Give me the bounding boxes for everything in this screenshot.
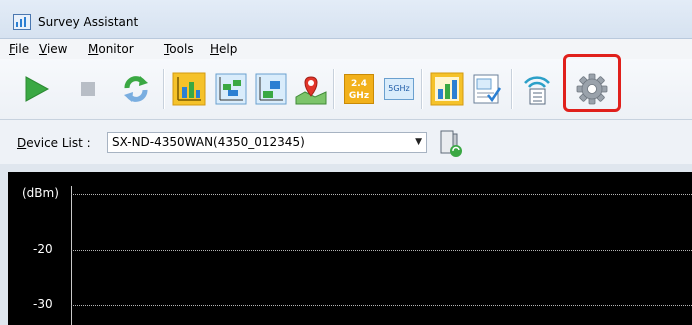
signal-chart: (dBm) -20 -30 (8, 172, 692, 325)
menu-file[interactable]: File (9, 42, 29, 56)
menu-view[interactable]: View (39, 42, 67, 56)
channel-view-icon[interactable] (171, 71, 207, 107)
band-5ghz-icon[interactable]: 5GHz (381, 71, 417, 107)
toolbar-separator (421, 69, 423, 109)
refresh-icon[interactable] (118, 71, 154, 107)
menu-view-accel: V (39, 42, 47, 56)
settings-highlight-box (563, 54, 621, 112)
channel-list-icon[interactable] (253, 71, 289, 107)
device-list-label: Device List : (17, 136, 91, 150)
menu-tools-rest: ools (169, 42, 194, 56)
device-list-select[interactable]: SX-ND-4350WAN(4350_012345) ▼ (107, 132, 427, 153)
menu-help[interactable]: Help (210, 42, 237, 56)
menu-help-rest: elp (219, 42, 238, 56)
toolbar-separator (333, 69, 335, 109)
device-refresh-icon[interactable] (438, 129, 464, 159)
channel-overlap-icon[interactable] (213, 71, 249, 107)
band-2-4ghz-box: 2.4 GHz (344, 74, 374, 104)
menu-help-accel: H (210, 42, 220, 56)
toolbar-separator (163, 69, 165, 109)
device-list-label-accel: D (17, 136, 27, 150)
menu-tools[interactable]: Tools (164, 42, 194, 56)
signal-bar-chart-icon[interactable] (429, 71, 465, 107)
device-list-label-rest: evice List : (26, 136, 91, 150)
y-tick-label: -20 (33, 242, 53, 256)
band-2-4-top-label: 2.4 (351, 79, 367, 89)
play-icon[interactable] (18, 71, 54, 107)
grid-line (71, 305, 692, 306)
dropdown-arrow-icon[interactable]: ▼ (415, 137, 422, 147)
band-2-4ghz-icon[interactable]: 2.4 GHz (341, 71, 377, 107)
menu-monitor-accel: M (88, 42, 99, 56)
device-list-row: Device List : SX-ND-4350WAN(4350_012345)… (0, 120, 692, 164)
y-axis-unit-label: (dBm) (22, 186, 59, 200)
toolbar-separator (511, 69, 513, 109)
report-icon[interactable] (469, 71, 505, 107)
stop-icon[interactable] (70, 71, 106, 107)
device-info-icon[interactable] (519, 71, 555, 107)
device-list-selected-value: SX-ND-4350WAN(4350_012345) (112, 135, 305, 149)
menu-monitor[interactable]: Monitor (88, 42, 134, 56)
grid-line (71, 250, 692, 251)
map-location-icon[interactable] (293, 71, 329, 107)
app-icon (13, 14, 31, 30)
grid-line (71, 194, 692, 195)
y-tick-label: -30 (33, 297, 53, 311)
menu-file-rest: ile (15, 42, 30, 56)
band-5ghz-label: 5GHz (384, 78, 414, 100)
window-title: Survey Assistant (38, 15, 139, 29)
menu-view-rest: iew (46, 42, 68, 56)
band-2-4-bottom-label: GHz (348, 91, 370, 101)
menu-monitor-rest: onitor (98, 42, 134, 56)
title-bar: Survey Assistant (0, 0, 692, 39)
